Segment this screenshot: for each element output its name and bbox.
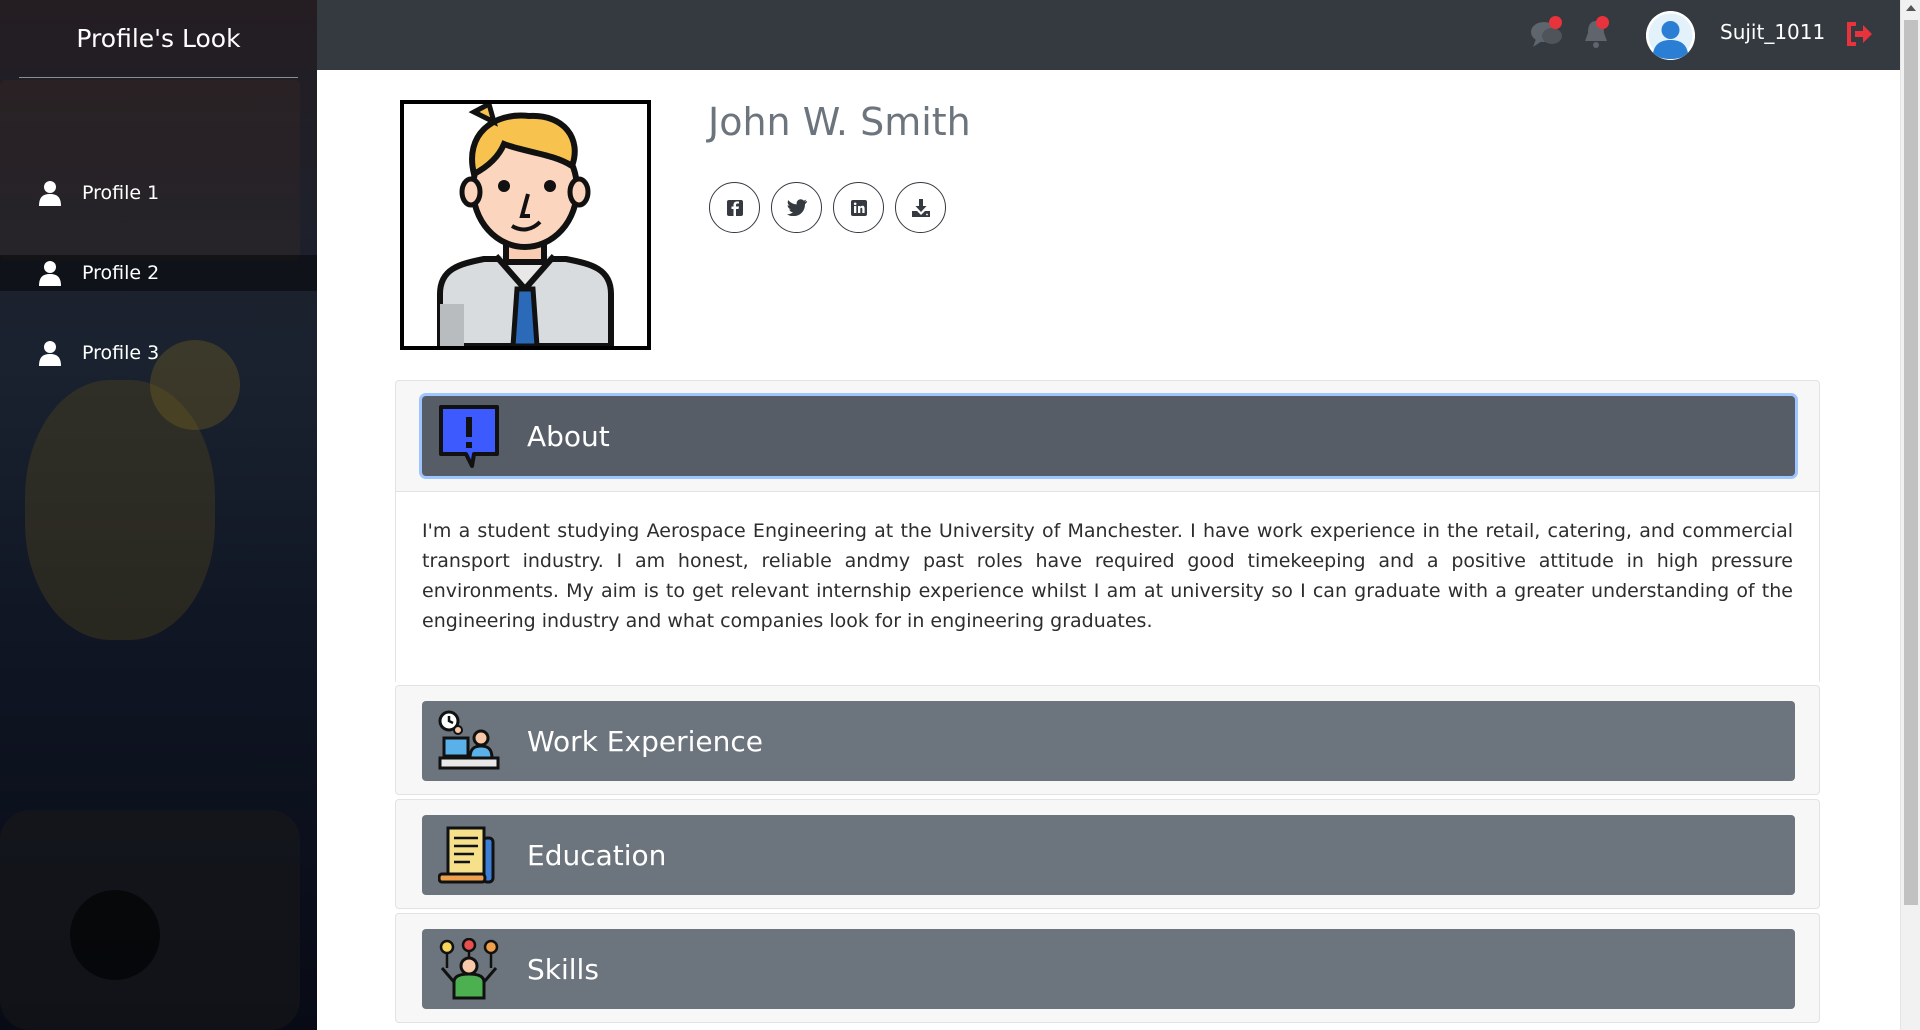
notification-dot: [1596, 16, 1609, 29]
scroll-up-arrow-icon[interactable]: [1906, 5, 1916, 11]
sidebar-item-profile-1[interactable]: Profile 1: [0, 175, 317, 211]
profile-name: John W. Smith: [708, 100, 971, 144]
skills-card: Skills: [395, 913, 1820, 1023]
skills-person-icon: [437, 937, 501, 1001]
diploma-icon: [437, 823, 501, 887]
about-title: About: [527, 419, 610, 453]
work-experience-toggle-button[interactable]: Work Experience: [422, 701, 1795, 781]
scrollbar[interactable]: [1900, 0, 1920, 1030]
about-speech-bubble-icon: [437, 404, 501, 468]
skills-toggle-button[interactable]: Skills: [422, 929, 1795, 1009]
sidebar-item-profile-2[interactable]: Profile 2: [0, 255, 317, 291]
username[interactable]: Sujit_1011: [1720, 20, 1825, 44]
education-title: Education: [527, 838, 667, 872]
linkedin-icon[interactable]: [833, 182, 884, 233]
scroll-thumb[interactable]: [1904, 20, 1918, 905]
about-toggle-button[interactable]: About: [422, 396, 1795, 476]
work-experience-card: Work Experience: [395, 685, 1820, 795]
user-icon: [38, 340, 62, 366]
work-experience-title: Work Experience: [527, 724, 763, 758]
sidebar-item-label: Profile 2: [82, 262, 160, 284]
profile-avatar: [400, 100, 651, 350]
user-icon: [38, 260, 62, 286]
twitter-icon[interactable]: [771, 182, 822, 233]
notification-dot: [1549, 16, 1562, 29]
sidebar-background-shape: [70, 890, 160, 980]
facebook-icon[interactable]: [709, 182, 760, 233]
logout-icon[interactable]: [1843, 17, 1877, 51]
sidebar-item-label: Profile 1: [82, 182, 160, 204]
about-card: About I'm a student studying Aerospace E…: [395, 380, 1820, 684]
sidebar-item-profile-3[interactable]: Profile 3: [0, 335, 317, 371]
download-icon[interactable]: [895, 182, 946, 233]
bell-icon[interactable]: [1579, 16, 1613, 51]
user-icon: [38, 180, 62, 206]
sidebar-brand[interactable]: Profile's Look: [19, 0, 298, 78]
sidebar-background-shape: [0, 80, 300, 260]
education-card: Education: [395, 799, 1820, 909]
education-toggle-button[interactable]: Education: [422, 815, 1795, 895]
user-avatar-icon[interactable]: [1646, 11, 1695, 60]
sidebar-item-label: Profile 3: [82, 342, 160, 364]
topbar: Sujit_1011: [317, 0, 1900, 70]
skills-title: Skills: [527, 952, 599, 986]
about-body: I'm a student studying Aerospace Enginee…: [396, 491, 1819, 684]
about-text: I'm a student studying Aerospace Enginee…: [422, 520, 1793, 632]
sidebar: Profile's Look Profile 1 Profile 2 Profi…: [0, 0, 317, 1030]
chat-icon[interactable]: [1530, 16, 1564, 51]
work-desk-icon: [437, 709, 501, 773]
